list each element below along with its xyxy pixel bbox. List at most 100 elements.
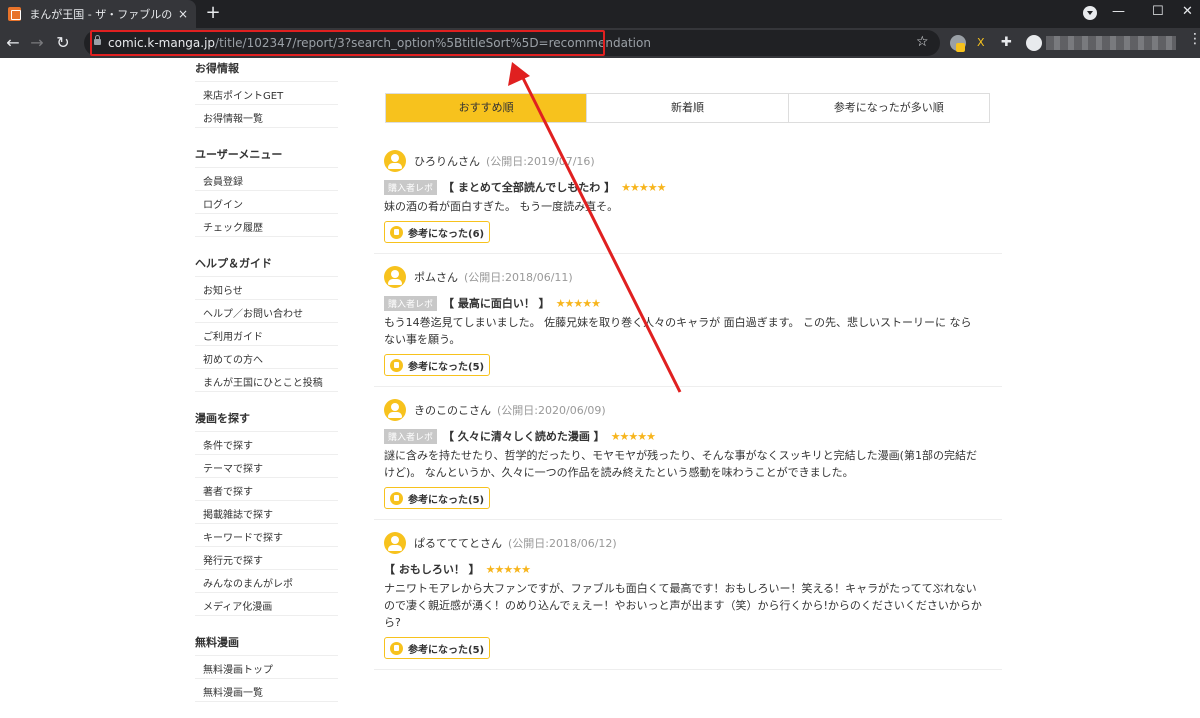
sidebar-item-deals-list[interactable]: お得情報一覧 xyxy=(195,105,338,128)
sidebar-item-beginners[interactable]: 初めての方へ xyxy=(195,346,338,369)
maximize-button[interactable]: ☐ xyxy=(1152,4,1164,19)
tab-newest[interactable]: 新着順 xyxy=(586,94,787,122)
tab-close-icon[interactable]: × xyxy=(178,7,188,21)
sidebar-item-points[interactable]: 来店ポイントGET xyxy=(195,82,338,105)
review-list: ひろりんさん (公開日:2019/07/16) 購入者レポ 【 まとめて全部読ん… xyxy=(374,138,1002,670)
sidebar-item-feedback[interactable]: まんが王国にひとこと投稿 xyxy=(195,369,338,392)
user-avatar-icon xyxy=(384,532,406,554)
sidebar-item-history[interactable]: チェック履歴 xyxy=(195,214,338,237)
sidebar-item-reports[interactable]: みんなのまんがレポ xyxy=(195,570,338,593)
thumbs-up-icon xyxy=(390,358,403,372)
helpful-label: 参考になった(6) xyxy=(408,228,485,240)
browser-menu-icon[interactable]: ⋮ xyxy=(1188,32,1200,46)
helpful-button[interactable]: 参考になった(5) xyxy=(384,637,491,659)
extension-badge-icon xyxy=(956,43,965,52)
review-item: きのこのこさん (公開日:2020/06/09) 購入者レポ 【 久々に清々しく… xyxy=(374,387,1002,520)
buyer-badge: 購入者レポ xyxy=(384,179,438,195)
sidebar-item-themes[interactable]: テーマで探す xyxy=(195,455,338,478)
browser-tab[interactable]: まんが王国 - ザ・ファブルのま × xyxy=(0,0,196,28)
sidebar-section-deals: お得情報 来店ポイントGET お得情報一覧 xyxy=(195,58,338,128)
thumbs-up-icon xyxy=(390,491,403,505)
star-rating: ★★★★★ xyxy=(555,296,601,310)
sidebar-item-news[interactable]: お知らせ xyxy=(195,277,338,300)
reload-button[interactable]: ↻ xyxy=(52,32,74,54)
sidebar-heading: ヘルプ＆ガイド xyxy=(195,249,338,277)
url-highlight-box xyxy=(90,30,605,56)
review-item: ポムさん (公開日:2018/06/11) 購入者レポ 【 最高に面白い！ 】 … xyxy=(374,254,1002,387)
avatar-icon[interactable] xyxy=(1026,35,1042,51)
tab-search-icon[interactable] xyxy=(1083,6,1097,20)
new-tab-button[interactable]: + xyxy=(203,3,223,23)
tab-most-helpful[interactable]: 参考になったが多い順 xyxy=(787,94,989,122)
user-avatar-icon xyxy=(384,399,406,421)
tab-recommended[interactable]: おすすめ順 xyxy=(386,94,587,122)
sidebar-item-media[interactable]: メディア化漫画 xyxy=(195,593,338,616)
review-date: (公開日:2018/06/12) xyxy=(508,537,617,550)
sidebar-section-user: ユーザーメニュー 会員登録 ログイン チェック履歴 xyxy=(195,140,338,237)
profile-name-blurred xyxy=(1046,36,1176,50)
thumbs-up-icon xyxy=(390,641,403,655)
review-title: 【 おもしろい！ 】 xyxy=(384,563,480,576)
page-content: お得情報 来店ポイントGET お得情報一覧 ユーザーメニュー 会員登録 ログイン… xyxy=(0,58,1200,718)
helpful-label: 参考になった(5) xyxy=(408,361,485,373)
sidebar-heading: ユーザーメニュー xyxy=(195,140,338,168)
sidebar-item-register[interactable]: 会員登録 xyxy=(195,168,338,191)
tab-title: まんが王国 - ザ・ファブルのま xyxy=(29,8,172,21)
review-item: ぱるてててとさん (公開日:2018/06/12) 【 おもしろい！ 】 ★★★… xyxy=(374,520,1002,670)
close-window-button[interactable]: ✕ xyxy=(1182,4,1193,19)
review-title: 【 最高に面白い！ 】 xyxy=(443,297,550,310)
sidebar-item-free-list[interactable]: 無料漫画一覧 xyxy=(195,679,338,702)
site-favicon-icon xyxy=(8,7,22,21)
user-avatar-icon xyxy=(384,266,406,288)
puzzle-icon[interactable]: ✚ xyxy=(1001,35,1012,50)
bookmark-star-icon[interactable]: ☆ xyxy=(916,34,929,50)
review-body: ナニワトモアレから大ファンですが、ファブルも面白くて最高です！おもしろいー！笑え… xyxy=(384,582,982,629)
sidebar-item-keywords[interactable]: キーワードで探す xyxy=(195,524,338,547)
sidebar-item-conditions[interactable]: 条件で探す xyxy=(195,432,338,455)
sidebar-section-free: 無料漫画 無料漫画トップ 無料漫画一覧 xyxy=(195,628,338,702)
sidebar-item-publishers[interactable]: 発行元で探す xyxy=(195,547,338,570)
review-user-name: ひろりんさん xyxy=(414,155,480,168)
buyer-badge: 購入者レポ xyxy=(384,428,438,444)
review-user-name: きのこのこさん xyxy=(414,404,491,417)
tab-bar: まんが王国 - ザ・ファブルのま × + — ☐ ✕ xyxy=(0,0,1200,28)
review-title: 【 久々に清々しく読めた漫画 】 xyxy=(443,430,605,443)
review-date: (公開日:2018/06/11) xyxy=(464,271,573,284)
sidebar-item-authors[interactable]: 著者で探す xyxy=(195,478,338,501)
star-rating: ★★★★★ xyxy=(485,562,531,576)
sidebar-item-help[interactable]: ヘルプ／お問い合わせ xyxy=(195,300,338,323)
back-button[interactable]: ← xyxy=(2,32,24,54)
extension-x-icon[interactable]: X xyxy=(977,36,985,49)
forward-button[interactable]: → xyxy=(26,32,48,54)
sidebar-heading: 無料漫画 xyxy=(195,628,338,656)
sidebar-item-magazines[interactable]: 掲載雑誌で探す xyxy=(195,501,338,524)
helpful-label: 参考になった(5) xyxy=(408,644,485,656)
sidebar-heading: 漫画を探す xyxy=(195,404,338,432)
sidebar-item-guide[interactable]: ご利用ガイド xyxy=(195,323,338,346)
sidebar-section-help: ヘルプ＆ガイド お知らせ ヘルプ／お問い合わせ ご利用ガイド 初めての方へ まん… xyxy=(195,249,338,392)
review-item: ひろりんさん (公開日:2019/07/16) 購入者レポ 【 まとめて全部読ん… xyxy=(374,138,1002,254)
helpful-button[interactable]: 参考になった(5) xyxy=(384,487,491,509)
sidebar-heading: お得情報 xyxy=(195,58,338,82)
user-avatar-icon xyxy=(384,150,406,172)
sidebar-item-login[interactable]: ログイン xyxy=(195,191,338,214)
star-rating: ★★★★★ xyxy=(621,180,666,194)
review-title: 【 まとめて全部読んでしもたわ 】 xyxy=(443,181,616,194)
helpful-button[interactable]: 参考になった(5) xyxy=(384,354,491,376)
review-body: 妹の酒の肴が面白すぎた。 もう一度読み直そ。 xyxy=(384,200,619,213)
review-date: (公開日:2020/06/09) xyxy=(497,404,606,417)
review-body: 謎に含みを持たせたり、哲学的だったり、モヤモヤが残ったり、そんな事がなくスッキリ… xyxy=(384,449,977,479)
sidebar-section-search: 漫画を探す 条件で探す テーマで探す 著者で探す 掲載雑誌で探す キーワードで探… xyxy=(195,404,338,616)
review-date: (公開日:2019/07/16) xyxy=(486,155,595,168)
buyer-badge: 購入者レポ xyxy=(384,295,438,311)
sort-tabs: おすすめ順 新着順 参考になったが多い順 xyxy=(385,93,990,123)
star-rating: ★★★★★ xyxy=(610,429,656,443)
review-body: もう14巻迄見てしまいました。 佐藤兄妹を取り巻く人々のキャラが 面白過ぎます。… xyxy=(384,316,972,346)
helpful-button[interactable]: 参考になった(6) xyxy=(384,221,491,243)
minimize-button[interactable]: — xyxy=(1112,4,1125,19)
review-user-name: ポムさん xyxy=(414,271,458,284)
sidebar-item-free-top[interactable]: 無料漫画トップ xyxy=(195,656,338,679)
thumbs-up-icon xyxy=(390,225,403,239)
review-user-name: ぱるてててとさん xyxy=(414,537,502,550)
helpful-label: 参考になった(5) xyxy=(408,494,485,506)
